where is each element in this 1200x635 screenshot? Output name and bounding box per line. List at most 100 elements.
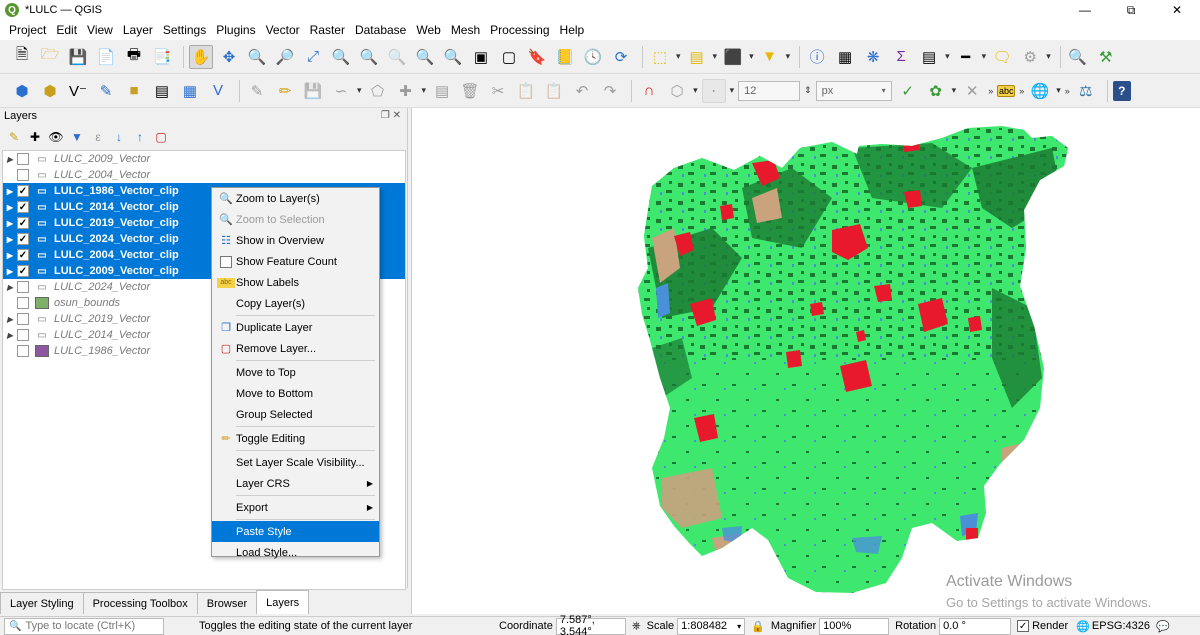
- expand-arrow-icon[interactable]: ▶: [3, 283, 17, 292]
- menu-raster[interactable]: Raster: [305, 23, 350, 37]
- spin-arrows-icon[interactable]: ⇕: [804, 85, 812, 96]
- zoom-full-icon[interactable]: ⤢: [301, 45, 325, 69]
- open-styling-icon[interactable]: ✎: [4, 127, 24, 147]
- overflow-chevron-icon[interactable]: »: [1019, 86, 1024, 96]
- context-menu-item[interactable]: Copy Layer(s): [212, 293, 379, 314]
- crs-label[interactable]: EPSG:4326: [1092, 620, 1150, 632]
- zoom-last-icon[interactable]: 🔍: [413, 45, 437, 69]
- add-virtual-layer-icon[interactable]: ✎: [94, 79, 118, 103]
- add-vector-icon[interactable]: V: [206, 79, 230, 103]
- chevron-down-icon[interactable]: ▾: [982, 51, 987, 62]
- open-project-icon[interactable]: 🗁: [38, 45, 62, 69]
- overflow-chevron-icon[interactable]: »: [988, 86, 993, 96]
- expand-arrow-icon[interactable]: ▶: [3, 203, 17, 212]
- add-feature-icon[interactable]: ⬠: [366, 79, 390, 103]
- bookmark-icon[interactable]: 🔖: [525, 45, 549, 69]
- refresh-icon[interactable]: ⟳: [609, 45, 633, 69]
- cut-features-icon[interactable]: ✂: [486, 79, 510, 103]
- layer-row[interactable]: ▭ LULC_2004_Vector: [3, 167, 405, 183]
- context-menu-item[interactable]: Export ▶: [212, 497, 379, 518]
- select-location-icon[interactable]: ▼: [758, 45, 782, 69]
- layer-row[interactable]: ▶ ▭ LULC_2009_Vector: [3, 151, 405, 167]
- layer-visibility-checkbox[interactable]: [17, 153, 29, 165]
- context-menu-item[interactable]: ☷ Show in Overview: [212, 230, 379, 251]
- copy-features-icon[interactable]: 📋: [514, 79, 538, 103]
- snapping-magnet-icon[interactable]: ∩: [637, 79, 661, 103]
- scale-select[interactable]: 1:808482 ▾: [677, 617, 746, 635]
- zoom-in-icon[interactable]: 🔍: [245, 45, 269, 69]
- expand-all-icon[interactable]: ↓: [109, 127, 129, 147]
- remove-layer-icon[interactable]: ▢: [151, 127, 171, 147]
- layer-visibility-checkbox[interactable]: [17, 297, 29, 309]
- save-as-icon[interactable]: 📄: [94, 45, 118, 69]
- temporal-clock-icon[interactable]: 🕓: [581, 45, 605, 69]
- checkbox-box[interactable]: [220, 255, 232, 268]
- menu-database[interactable]: Database: [350, 23, 411, 37]
- layer-visibility-checkbox[interactable]: ✓: [17, 233, 29, 245]
- layer-visibility-checkbox[interactable]: ✓: [17, 265, 29, 277]
- chevron-down-icon[interactable]: ▾: [749, 51, 754, 62]
- undo-icon[interactable]: ↶: [570, 79, 594, 103]
- context-menu-item[interactable]: 🔍 Zoom to Layer(s): [212, 188, 379, 209]
- layer-visibility-checkbox[interactable]: [17, 345, 29, 357]
- select-features-icon[interactable]: ⬚: [648, 45, 672, 69]
- globe-icon[interactable]: 🌐: [1028, 79, 1052, 103]
- chevron-down-icon[interactable]: ▾: [713, 51, 718, 62]
- chevron-down-icon[interactable]: ▾: [1046, 51, 1051, 62]
- python-icon[interactable]: ⚖: [1074, 79, 1098, 103]
- current-edits-icon[interactable]: ✎: [245, 79, 269, 103]
- new-geopackage-icon[interactable]: ⬢: [38, 79, 62, 103]
- menu-vector[interactable]: Vector: [261, 23, 305, 37]
- context-menu-item[interactable]: Load Style...: [212, 542, 379, 563]
- expand-arrow-icon[interactable]: ▶: [3, 187, 17, 196]
- expand-arrow-icon[interactable]: ▶: [3, 155, 17, 164]
- delete-selected-icon[interactable]: 🗑: [458, 79, 482, 103]
- layer-visibility-checkbox[interactable]: [17, 329, 29, 341]
- chevron-down-icon[interactable]: ▾: [786, 51, 791, 62]
- messages-icon[interactable]: 💬: [1156, 620, 1170, 633]
- layer-visibility-checkbox[interactable]: ✓: [17, 185, 29, 197]
- context-menu-item[interactable]: ✏ Toggle Editing: [212, 428, 379, 449]
- save-edits-icon[interactable]: 💾: [301, 79, 325, 103]
- crs-globe-icon[interactable]: 🌐: [1076, 620, 1090, 633]
- overflow-chevron-icon[interactable]: »: [1065, 86, 1070, 96]
- context-menu-item[interactable]: Group Selected: [212, 404, 379, 425]
- save-project-icon[interactable]: 💾: [66, 45, 90, 69]
- toggle-editing-icon[interactable]: ✏: [273, 79, 297, 103]
- shape-digitize-icon[interactable]: ✿: [924, 79, 948, 103]
- menu-view[interactable]: View: [82, 23, 118, 37]
- add-group-icon[interactable]: ✚: [25, 127, 45, 147]
- filter-expression-icon[interactable]: ε: [88, 127, 108, 147]
- expand-arrow-icon[interactable]: ▶: [3, 219, 17, 228]
- layer-visibility-checkbox[interactable]: ✓: [17, 217, 29, 229]
- extents-toggle-icon[interactable]: ⎈: [632, 620, 641, 633]
- map-canvas[interactable]: Activate Windows Go to Settings to activ…: [411, 108, 1200, 614]
- new-3d-view-icon[interactable]: ▢: [497, 45, 521, 69]
- annotation-icon[interactable]: ⚙: [1018, 45, 1042, 69]
- snap-type-icon[interactable]: ⋅: [701, 78, 726, 103]
- tolerance-unit-select[interactable]: px ▾: [815, 80, 892, 101]
- new-shapefile-icon[interactable]: V⁻: [66, 79, 90, 103]
- modify-attributes-icon[interactable]: ▤: [430, 79, 454, 103]
- context-menu-item[interactable]: abc Show Labels: [212, 272, 379, 293]
- menu-mesh[interactable]: Mesh: [446, 23, 485, 37]
- coordinate-field[interactable]: 7.587°, 3.544°: [555, 614, 626, 635]
- tab-processing-toolbox[interactable]: Processing Toolbox: [82, 592, 198, 614]
- show-bookmarks-icon[interactable]: 📒: [553, 45, 577, 69]
- add-raster-icon[interactable]: ▦: [178, 79, 202, 103]
- attribute-table-icon[interactable]: ▦: [833, 45, 857, 69]
- zoom-native-icon[interactable]: 🔍: [385, 45, 409, 69]
- zoom-out-icon[interactable]: 🔎: [273, 45, 297, 69]
- tab-layers[interactable]: Layers: [256, 590, 310, 614]
- tab-layer-styling[interactable]: Layer Styling: [0, 592, 84, 614]
- render-checkbox[interactable]: ✓: [1017, 620, 1030, 632]
- layer-visibility-checkbox[interactable]: [17, 169, 29, 181]
- close-icon[interactable]: ✕: [1154, 0, 1200, 20]
- new-project-icon[interactable]: 🗎: [10, 45, 34, 69]
- map-tips-icon[interactable]: 🗨: [990, 45, 1014, 69]
- locator-search-icon[interactable]: 🔍: [1066, 45, 1090, 69]
- paste-features-icon[interactable]: 📋: [542, 79, 566, 103]
- measure-line-icon[interactable]: ━: [954, 45, 978, 69]
- restore-icon[interactable]: ⧉: [1108, 0, 1154, 20]
- print-layout-icon[interactable]: 🖶: [122, 45, 146, 69]
